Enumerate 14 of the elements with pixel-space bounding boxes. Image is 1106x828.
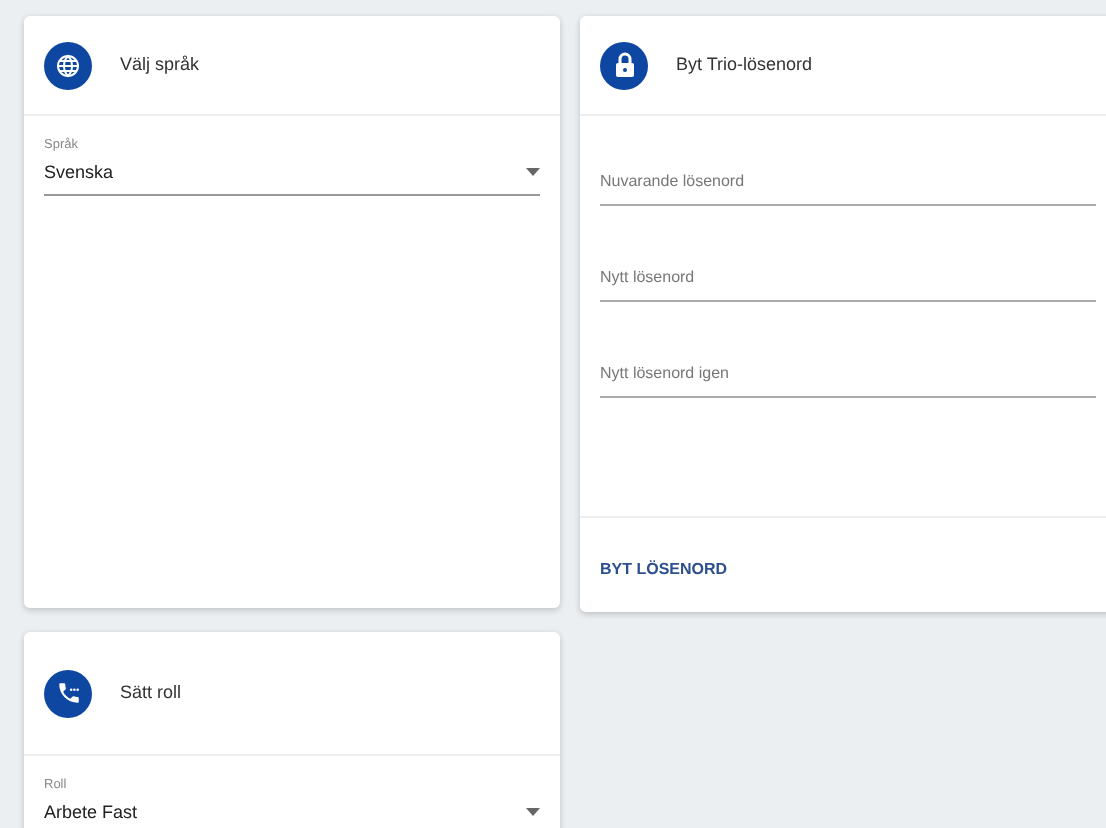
- dropdown[interactable]: Svenska: [44, 153, 540, 196]
- password-field[interactable]: Nytt lösenord igen: [600, 358, 1096, 398]
- lock-icon: [613, 52, 635, 78]
- card-title: Välj språk: [120, 51, 200, 78]
- password-field[interactable]: Nuvarande lösenord: [600, 166, 1096, 206]
- phone-icon: [55, 680, 81, 706]
- caret-icon: [526, 808, 540, 817]
- globe-icon: [56, 53, 80, 77]
- card-title: Sätt roll: [120, 679, 182, 706]
- change-password-button[interactable]: BYT LÖSENORD: [600, 558, 728, 582]
- caret-icon: [526, 168, 540, 177]
- card-title: Byt Trio-lösenord: [676, 51, 813, 78]
- password-field[interactable]: Nytt lösenord: [600, 262, 1096, 302]
- dropdown[interactable]: Arbete Fast: [44, 793, 540, 828]
